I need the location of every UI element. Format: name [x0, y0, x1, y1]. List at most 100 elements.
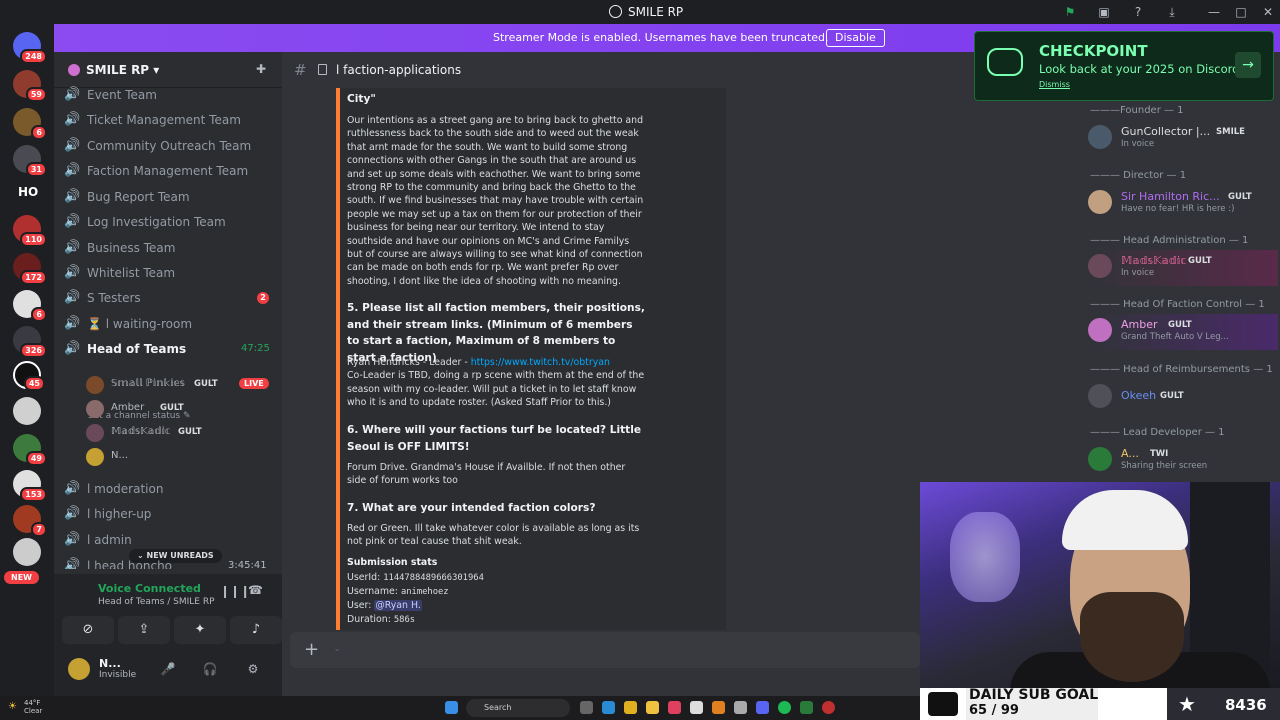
channel-header: # l faction-applications	[282, 52, 1082, 88]
chrome-icon[interactable]	[624, 701, 637, 714]
channel-moderation[interactable]: 🔊 l moderation	[64, 478, 278, 500]
arrow-right-icon[interactable]: →	[1235, 52, 1261, 78]
user-panel: N... Invisible 🎤 🎧 ⚙	[54, 648, 282, 698]
discord-taskbar-icon[interactable]	[756, 701, 769, 714]
server-icon-smile-rp[interactable]: 45	[13, 361, 45, 391]
member-item[interactable]: 𝕄𝕒𝕕𝕤𝕂𝕒𝕕𝕚𝕔 GULT In voice	[1088, 250, 1278, 286]
member-list: ———Founder — 1 GunCollector |... SMILE I…	[1080, 100, 1280, 500]
server-icon[interactable]: 31	[13, 145, 47, 177]
channel-log-investigation[interactable]: 🔊 Log Investigation Team	[64, 211, 278, 233]
channel-bug-report[interactable]: 🔊 Bug Report Team	[64, 186, 278, 208]
channel-timer: 47:25	[241, 343, 270, 354]
server-icon[interactable]: 172	[13, 253, 47, 285]
gear-icon[interactable]: ⚙	[245, 662, 261, 678]
server-icon[interactable]: 59	[13, 70, 47, 102]
screen-share-button[interactable]: ⇪	[118, 616, 170, 644]
voice-user[interactable]: 𝕄𝕒𝕕𝕤𝕂𝕒𝕕𝕚𝕔 GULT	[86, 423, 276, 443]
add-attachment-icon[interactable]: +	[304, 639, 319, 660]
user-mention[interactable]: @Ryan H.	[374, 600, 422, 611]
member-item[interactable]: Amber GULT Grand Theft Auto V Leg...	[1088, 314, 1278, 350]
close-icon[interactable]: ✕	[1261, 5, 1275, 19]
role-header: ——— Director — 1	[1090, 170, 1187, 181]
avatar	[86, 376, 104, 394]
member-item[interactable]: Okeeh GULT	[1088, 380, 1278, 416]
flag-icon[interactable]: ⚑	[1063, 5, 1077, 19]
voice-channel-icon: 🔊	[64, 265, 81, 280]
channel-whitelist-team[interactable]: 🔊 Whitelist Team	[64, 262, 278, 284]
checkpoint-promo[interactable]: CHECKPOINT Look back at your 2025 on Dis…	[974, 31, 1274, 101]
server-icon[interactable]: 110	[13, 215, 47, 247]
spotify-icon[interactable]	[778, 701, 791, 714]
new-pill[interactable]: NEW	[4, 571, 39, 584]
dismiss-link[interactable]: Dismiss	[1039, 80, 1070, 89]
microphone-icon[interactable]: 🎤	[160, 662, 176, 678]
user-avatar[interactable]	[68, 658, 90, 680]
server-header[interactable]: SMILE RP ▾ ✚	[54, 52, 282, 88]
channel-ticket-management[interactable]: 🔊 Ticket Management Team	[64, 109, 278, 131]
role-header: ——— Head Of Faction Control — 1	[1090, 299, 1265, 310]
channel-head-honcho[interactable]: 🔊 l head honcho 3:45:41	[64, 555, 278, 569]
goal-total: 8436	[1225, 696, 1267, 714]
stream-link[interactable]: https://www.twitch.tv/obtryan	[471, 357, 610, 368]
app-icon[interactable]	[712, 701, 725, 714]
answer-6: Forum Drive. Grandma's House if Availble…	[347, 462, 626, 487]
member-item[interactable]: Sir Hamilton Ric... GULT Have no fear! H…	[1088, 186, 1278, 222]
activities-button[interactable]: ✦	[174, 616, 226, 644]
headphones-icon[interactable]: 🎧	[202, 662, 218, 678]
channel-community-outreach[interactable]: 🔊 Community Outreach Team	[64, 135, 278, 157]
channel-admin[interactable]: 🔊 l admin	[64, 529, 278, 551]
channel-event-team[interactable]: 🔊 Event Team	[64, 84, 278, 106]
help-icon[interactable]: ?	[1131, 5, 1145, 19]
server-icon[interactable]	[13, 538, 41, 566]
goal-label: DAILY SUB GOAL	[969, 687, 1099, 703]
channel-higher-up[interactable]: 🔊 l higher-up	[64, 503, 278, 525]
channel-head-of-teams[interactable]: 🔊 Head of Teams 47:25	[64, 338, 278, 360]
server-icon[interactable]: 6	[13, 290, 47, 322]
camera-off-button[interactable]: ⊘	[62, 616, 114, 644]
weather-widget[interactable]: 44°F Clear	[24, 699, 42, 715]
member-item[interactable]: A... TWI Sharing their screen	[1088, 443, 1278, 479]
message-input[interactable]: -	[335, 643, 339, 656]
server-icon[interactable]: 326	[13, 326, 47, 358]
minimize-icon[interactable]: —	[1207, 5, 1221, 19]
app-icon[interactable]	[800, 701, 813, 714]
channel-business-team[interactable]: 🔊 Business Team	[64, 237, 278, 259]
invite-icon[interactable]: ✚	[256, 62, 270, 76]
file-explorer-icon[interactable]	[646, 701, 659, 714]
server-ho[interactable]: HO	[18, 185, 38, 199]
noise-suppression-icon[interactable]: ❙❙❙	[220, 584, 250, 598]
maximize-icon[interactable]: □	[1234, 5, 1248, 19]
voice-user[interactable]: N...	[86, 447, 276, 467]
member-item[interactable]: GunCollector |... SMILE In voice	[1088, 121, 1278, 157]
voice-user[interactable]: 𝕊𝕞𝕒𝕝𝕝 ℙ𝕚𝕟𝕜𝕚𝕖𝕤 GULT LIVE	[86, 375, 276, 395]
user-name[interactable]: N...	[99, 657, 121, 670]
app-icon[interactable]	[734, 701, 747, 714]
message-composer[interactable]: + -	[290, 632, 920, 668]
disable-button[interactable]: Disable	[826, 29, 885, 47]
server-icon[interactable]: 7	[13, 505, 47, 537]
download-icon[interactable]: ⤓	[1165, 5, 1179, 19]
server-icon[interactable]: 6	[13, 108, 47, 140]
app-icon[interactable]	[668, 701, 681, 714]
voice-user[interactable]: Amber GULT	[86, 399, 276, 419]
channel-s-testers[interactable]: 🔊 S Testers 2	[64, 287, 278, 309]
app-icon[interactable]	[690, 701, 703, 714]
direct-messages-icon[interactable]: 248	[13, 32, 47, 64]
voice-location[interactable]: Head of Teams / SMILE RP	[98, 597, 215, 607]
disconnect-icon[interactable]: ☎	[248, 583, 263, 597]
server-icon[interactable]	[13, 397, 41, 425]
task-view-icon[interactable]	[580, 701, 593, 714]
server-icon[interactable]: 153	[13, 470, 47, 502]
avatar	[1088, 254, 1112, 278]
start-icon[interactable]	[445, 701, 458, 714]
channel-faction-management[interactable]: 🔊 Faction Management Team	[64, 160, 278, 182]
taskbar-search[interactable]: Search	[466, 699, 570, 717]
banner-message: Streamer Mode is enabled. Usernames have…	[493, 31, 829, 44]
soundboard-button[interactable]: ♪	[230, 616, 282, 644]
screen-share-icon[interactable]: ▣	[1097, 5, 1111, 19]
app-icon[interactable]	[822, 701, 835, 714]
answer-text: Our intentions as a street gang are to b…	[347, 115, 644, 287]
edge-icon[interactable]	[602, 701, 615, 714]
channel-waiting-room[interactable]: 🔊 ⏳ l waiting-room	[64, 313, 278, 335]
server-icon[interactable]: 49	[13, 434, 47, 466]
